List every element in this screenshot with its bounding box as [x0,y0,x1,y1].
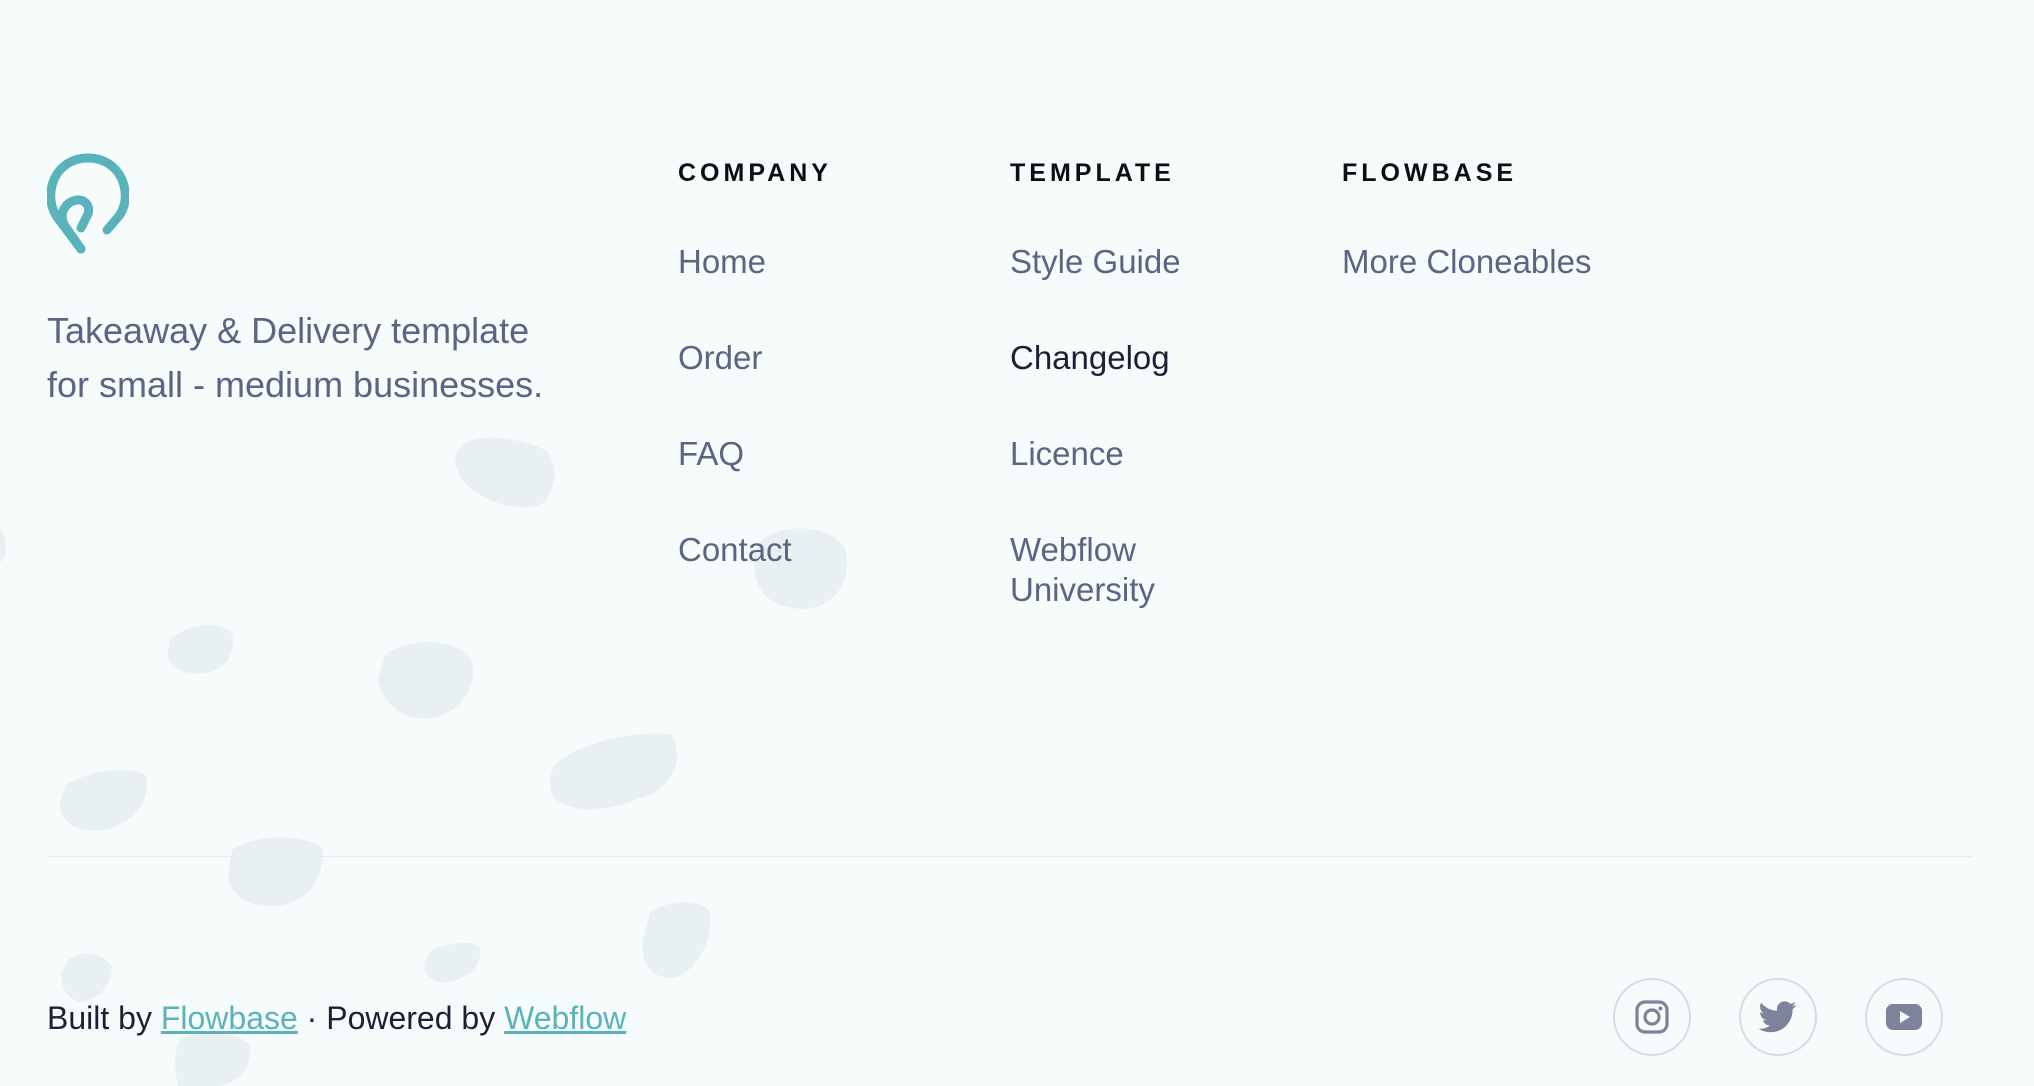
nav-link-order[interactable]: Order [678,338,998,378]
youtube-icon [1886,1004,1922,1030]
twitter-icon [1759,1001,1797,1033]
brand-tagline: Takeaway & Delivery template for small -… [47,304,607,412]
template-heading: TEMPLATE [1010,159,1175,187]
nav-link-faq[interactable]: FAQ [678,434,998,474]
nav-link-contact[interactable]: Contact [678,530,998,570]
youtube-button[interactable] [1865,978,1943,1056]
footer-divider [47,856,1972,857]
nav-link-changelog[interactable]: Changelog [1010,338,1330,378]
instagram-button[interactable] [1613,978,1691,1056]
nav-link-licence[interactable]: Licence [1010,434,1330,474]
flowbase-column: FLOWBASE More Cloneables [1342,152,1662,338]
footer-credits: Built by Flowbase · Powered by Webflow [47,995,626,1041]
webflow-credit-link[interactable]: Webflow [504,1000,626,1036]
twitter-button[interactable] [1739,978,1817,1056]
nav-link-more-cloneables[interactable]: More Cloneables [1342,242,1662,282]
nav-link-webflow-university[interactable]: Webflow University [1010,530,1210,610]
tagline-line-2: for small - medium businesses. [47,364,544,405]
location-pin-logo-icon[interactable] [47,150,129,254]
nav-link-style-guide[interactable]: Style Guide [1010,242,1330,282]
brand-block: Takeaway & Delivery template for small -… [47,150,647,412]
powered-by-text: · Powered by [306,1000,496,1036]
footer: Takeaway & Delivery template for small -… [0,0,2034,1086]
company-heading: COMPANY [678,159,832,187]
flowbase-credit-link[interactable]: Flowbase [161,1000,298,1036]
template-column: TEMPLATE Style Guide Changelog Licence W… [1010,152,1330,666]
social-links [1613,978,1943,1056]
built-by-text: Built by [47,1000,152,1036]
instagram-icon [1635,1000,1669,1034]
nav-link-home[interactable]: Home [678,242,998,282]
company-column: COMPANY Home Order FAQ Contact [678,152,998,626]
tagline-line-1: Takeaway & Delivery template [47,310,530,351]
flowbase-heading: FLOWBASE [1342,159,1518,187]
